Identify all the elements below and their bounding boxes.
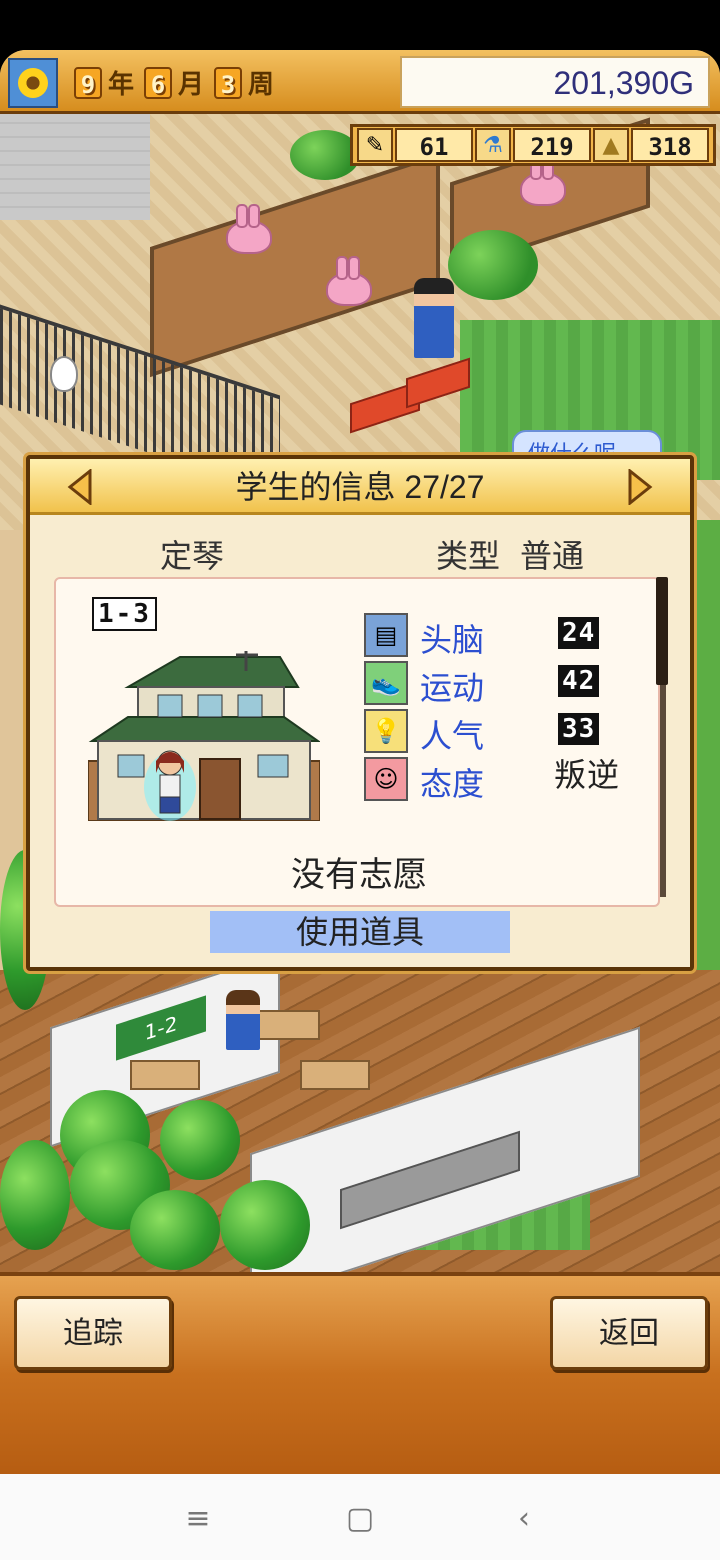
use-item-button[interactable]: 使用道具 [210, 911, 510, 953]
rabbit [226, 204, 272, 254]
stat-label: 人气 [420, 718, 485, 754]
next-student-button[interactable] [620, 467, 660, 507]
stat-value: 33 [558, 713, 600, 745]
type-value: 普通 [520, 538, 585, 574]
menu-icon[interactable]: ≡ [178, 1498, 218, 1538]
stat-value: 24 [558, 617, 600, 649]
desk [300, 1060, 370, 1090]
aspiration-text: 没有志愿 [291, 856, 427, 894]
sneaker-icon: 👟 [364, 661, 408, 705]
face-icon: ☺ [364, 757, 408, 801]
year-number: 9 [74, 66, 102, 99]
tree [160, 1100, 240, 1180]
week-unit: 周 [248, 70, 275, 100]
student-info-dialog: 学生的信息 27/27 定琴 类型 普通 1-3 ▤ 头脑 24 👟 运动 42… [26, 455, 694, 971]
egg [50, 356, 78, 392]
lightbulb-icon: 💡 [364, 709, 408, 753]
tree [130, 1190, 220, 1270]
stat-row-sports: 👟 运动 42 [364, 661, 654, 706]
arrow-left-icon [67, 469, 92, 505]
resource-bar: ✎ 61 ⚗ 219 ▲ 318 [350, 124, 716, 166]
student-card: 1-3 ▤ 头脑 24 👟 运动 42 💡 人气 33 ☺ 态度 叛逆 没有志愿 [54, 577, 660, 907]
rabbit [326, 256, 372, 306]
stat-value: 42 [558, 665, 600, 697]
flask-icon: ⚗ [475, 128, 511, 162]
previous-student-button[interactable] [60, 467, 100, 507]
top-hud: 9 年 6 月 3 周 201,390G [0, 50, 720, 114]
tree [220, 1180, 310, 1270]
house-illustration [88, 651, 320, 821]
pyramid-icon: ▲ [593, 128, 629, 162]
back-icon[interactable]: ‹ [504, 1498, 544, 1538]
year-unit: 年 [108, 70, 135, 100]
stat-label: 头脑 [420, 622, 485, 658]
system-nav-bar: ≡ ▢ ‹ [0, 1474, 720, 1560]
student-name: 定琴 [160, 538, 225, 574]
class-badge: 1-3 [92, 597, 157, 631]
stat-value: 叛逆 [554, 757, 621, 793]
resource-value: 61 [395, 128, 473, 162]
resource-value: 219 [513, 128, 591, 162]
sunflower-icon [8, 58, 58, 108]
stat-row-brain: ▤ 头脑 24 [364, 613, 654, 658]
stat-row-attitude: ☺ 态度 叛逆 [364, 757, 654, 802]
home-icon[interactable]: ▢ [340, 1498, 380, 1538]
month-number: 6 [144, 66, 173, 99]
date-display: 9 年 6 月 3 周 [74, 64, 280, 101]
money-display: 201,390G [400, 56, 710, 108]
track-button[interactable]: 追踪 [14, 1296, 172, 1370]
stat-row-popularity: 💡 人气 33 [364, 709, 654, 754]
resource-value: 318 [631, 128, 709, 162]
arrow-right-icon [628, 469, 653, 505]
student-summary: 定琴 类型 普通 [30, 531, 690, 574]
tree [0, 1140, 70, 1250]
status-bar [0, 0, 720, 50]
desk [130, 1060, 200, 1090]
month-unit: 月 [178, 70, 205, 100]
scrollbar-thumb[interactable] [656, 577, 668, 685]
desk [250, 1010, 320, 1040]
stat-label: 运动 [420, 670, 485, 706]
back-button[interactable]: 返回 [550, 1296, 708, 1370]
rabbit [520, 156, 566, 206]
week-number: 3 [214, 66, 243, 99]
bottom-panel: 追踪 返回 [0, 1272, 720, 1474]
brain-icon: ▤ [364, 613, 408, 657]
pencil-icon: ✎ [357, 128, 393, 162]
dialog-title: 学生的信息 27/27 [30, 459, 690, 515]
stat-label: 态度 [420, 766, 485, 802]
student-sprite[interactable] [226, 990, 260, 1050]
type-label: 类型 [436, 538, 501, 574]
student-sprite[interactable] [414, 278, 454, 358]
